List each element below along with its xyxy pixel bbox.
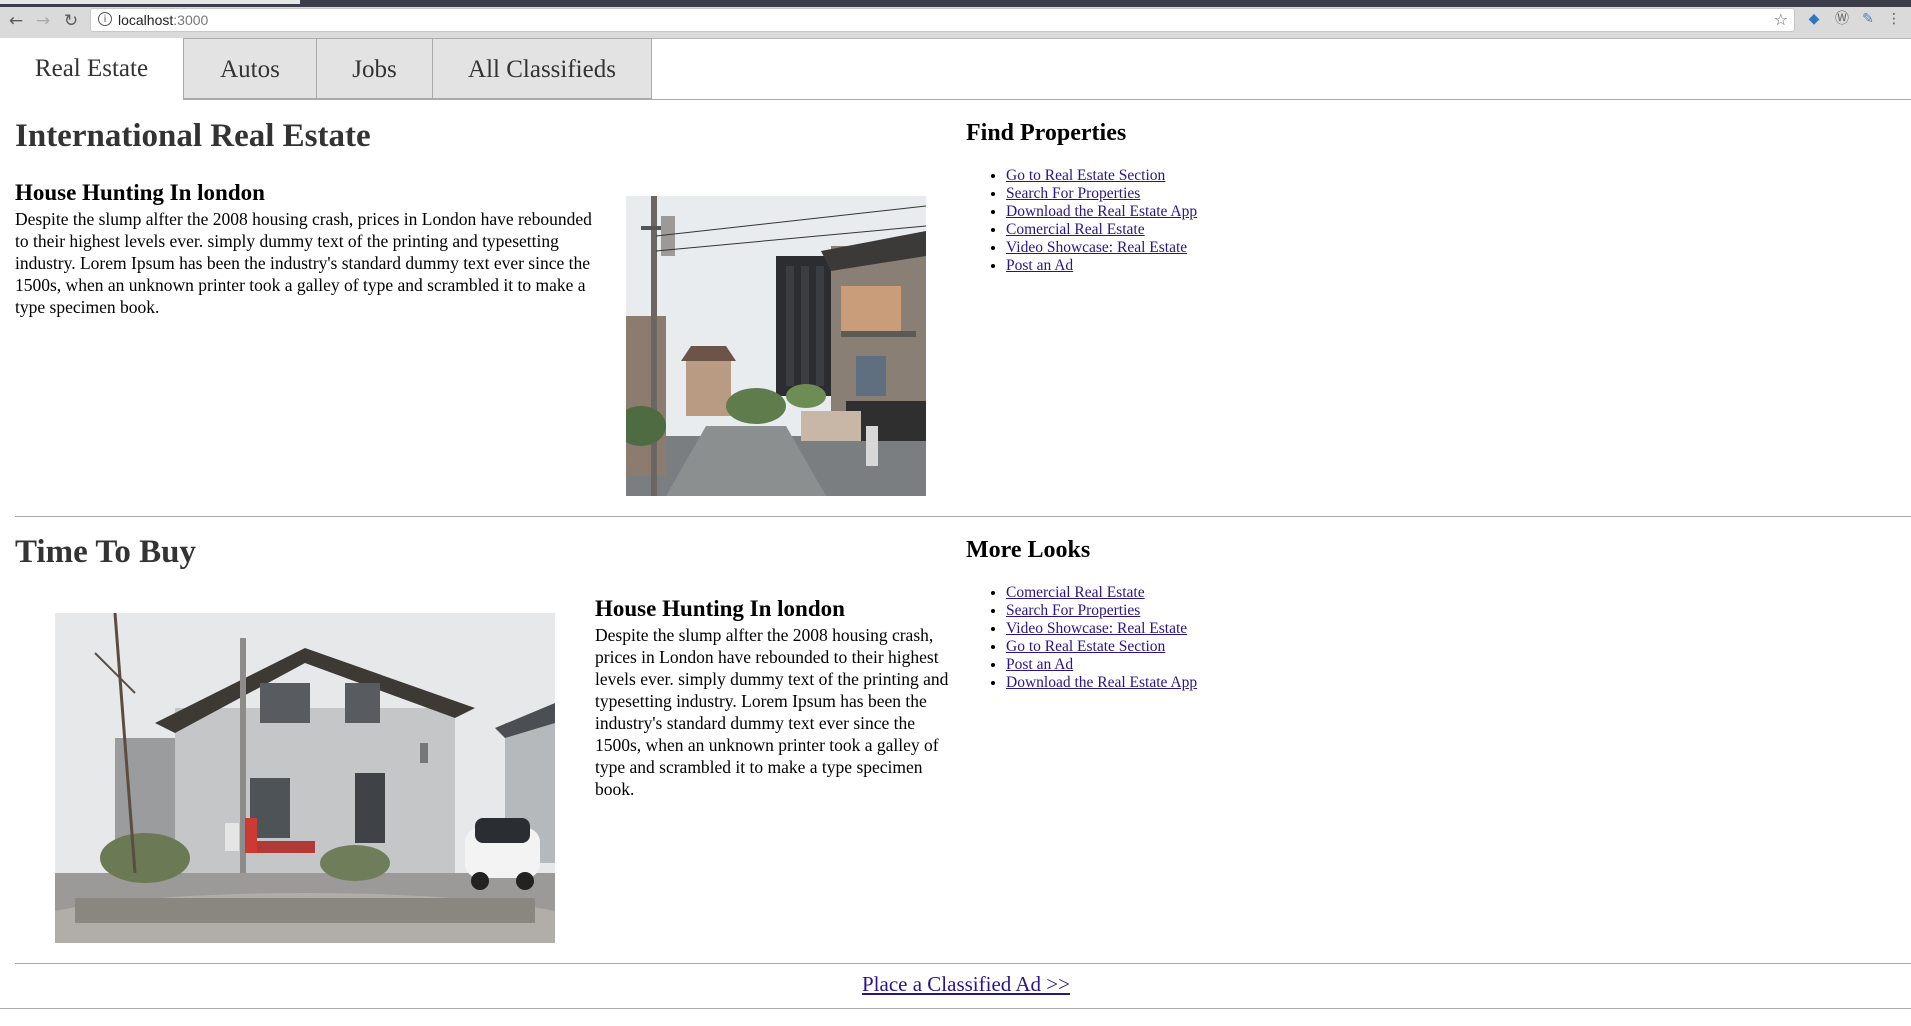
list-item: Comercial Real Estate [1006, 584, 1197, 602]
browser-toolbar: ← → ↻ i localhost:3000 ☆ ◆ Ⓦ ✎ ⋮ [0, 0, 1911, 39]
tab-all-classifieds[interactable]: All Classifieds [432, 38, 652, 99]
footer-divider [0, 1008, 1911, 1009]
section-title: Time To Buy [15, 534, 196, 570]
article-title: House Hunting In london [595, 596, 845, 621]
pen-extension-icon[interactable]: ✎ [1859, 10, 1877, 28]
house-photo [55, 613, 555, 943]
list-item: Go to Real Estate Section [1006, 638, 1197, 656]
tab-real-estate[interactable]: Real Estate [0, 38, 184, 100]
wordpress-extension-icon[interactable]: Ⓦ [1833, 10, 1851, 28]
link-download-real-estate-app[interactable]: Download the Real Estate App [1006, 203, 1197, 220]
place-classified-ad-link[interactable]: Place a Classified Ad >> [862, 972, 1070, 996]
list-item: Go to Real Estate Section [1006, 167, 1197, 185]
street-houses-photo [626, 196, 926, 496]
link-post-an-ad[interactable]: Post an Ad [1006, 257, 1073, 274]
kebab-menu-icon[interactable]: ⋮ [1885, 10, 1903, 28]
browser-active-tab[interactable] [0, 0, 300, 4]
link-search-for-properties[interactable]: Search For Properties [1006, 602, 1140, 619]
section-divider [15, 963, 1911, 964]
list-item: Video Showcase: Real Estate [1006, 620, 1197, 638]
link-go-to-real-estate-section[interactable]: Go to Real Estate Section [1006, 638, 1165, 655]
arrow-left-icon[interactable]: ← [6, 11, 26, 31]
list-item: Search For Properties [1006, 185, 1197, 203]
link-post-an-ad[interactable]: Post an Ad [1006, 656, 1073, 673]
more-looks-links: Comercial Real Estate Search For Propert… [985, 584, 1197, 692]
list-item: Post an Ad [1006, 656, 1197, 674]
section-title: International Real Estate [15, 118, 371, 154]
place-ad-cta: Place a Classified Ad >> [0, 972, 1911, 997]
list-item: Video Showcase: Real Estate [1006, 239, 1197, 257]
link-comercial-real-estate[interactable]: Comercial Real Estate [1006, 584, 1145, 601]
list-item: Post an Ad [1006, 257, 1197, 275]
tab-autos[interactable]: Autos [183, 38, 317, 99]
category-tabs: Real Estate Autos Jobs All Classifieds [0, 38, 1911, 100]
link-video-showcase[interactable]: Video Showcase: Real Estate [1006, 239, 1187, 256]
reload-icon[interactable]: ↻ [61, 11, 81, 31]
link-search-for-properties[interactable]: Search For Properties [1006, 185, 1140, 202]
article-title: House Hunting In london [15, 180, 265, 205]
star-icon[interactable]: ☆ [1774, 10, 1788, 29]
list-item: Download the Real Estate App [1006, 203, 1197, 221]
article-body: Despite the slump alfter the 2008 housin… [15, 209, 592, 317]
list-item: Search For Properties [1006, 602, 1197, 620]
link-video-showcase[interactable]: Video Showcase: Real Estate [1006, 620, 1187, 637]
article-body: Despite the slump alfter the 2008 housin… [595, 625, 949, 799]
list-item: Download the Real Estate App [1006, 674, 1197, 692]
tab-jobs[interactable]: Jobs [316, 38, 433, 99]
link-go-to-real-estate-section[interactable]: Go to Real Estate Section [1006, 167, 1165, 184]
shield-extension-icon[interactable]: ◆ [1805, 10, 1823, 28]
address-bar[interactable]: i localhost:3000 ☆ [90, 8, 1795, 32]
link-comercial-real-estate[interactable]: Comercial Real Estate [1006, 221, 1145, 238]
link-download-real-estate-app[interactable]: Download the Real Estate App [1006, 674, 1197, 691]
section-divider [15, 516, 1911, 517]
list-item: Comercial Real Estate [1006, 221, 1197, 239]
sidebar-title: More Looks [966, 537, 1091, 563]
url-text[interactable]: localhost:3000 [118, 12, 208, 28]
arrow-right-icon[interactable]: → [33, 11, 53, 31]
find-properties-links: Go to Real Estate Section Search For Pro… [985, 167, 1197, 275]
info-icon[interactable]: i [98, 12, 112, 26]
sidebar-title: Find Properties [966, 120, 1127, 146]
